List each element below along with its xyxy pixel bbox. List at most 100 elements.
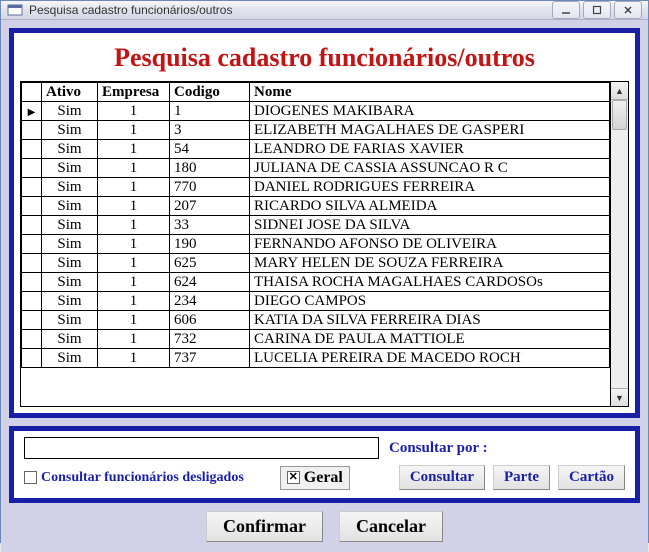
cell-nome: CARINA DE PAULA MATTIOLE <box>250 330 610 349</box>
row-selector[interactable] <box>22 159 42 178</box>
row-selector[interactable] <box>22 121 42 140</box>
table-row[interactable]: Sim1190FERNANDO AFONSO DE OLIVEIRA <box>22 235 610 254</box>
client-area: Pesquisa cadastro funcionários/outros <box>1 20 648 552</box>
cell-codigo: 624 <box>170 273 250 292</box>
chk-geral[interactable]: Geral <box>280 466 350 490</box>
row-selector[interactable] <box>22 254 42 273</box>
row-selector[interactable] <box>22 330 42 349</box>
cell-empresa: 1 <box>98 330 170 349</box>
row-selector[interactable] <box>22 178 42 197</box>
consultar-por-label: Consultar por : <box>389 440 488 457</box>
cell-nome: THAISA ROCHA MAGALHAES CARDOSOs <box>250 273 610 292</box>
cell-nome: SIDNEI JOSE DA SILVA <box>250 216 610 235</box>
table-row[interactable]: Sim154LEANDRO DE FARIAS XAVIER <box>22 140 610 159</box>
checkbox-icon[interactable] <box>287 471 300 484</box>
cell-codigo: 737 <box>170 349 250 368</box>
chk-desligados-label: Consultar funcionários desligados <box>41 470 244 486</box>
chk-desligados[interactable]: Consultar funcionários desligados <box>24 470 244 486</box>
scrollbar-thumb[interactable] <box>612 100 627 130</box>
row-selector[interactable] <box>22 102 42 121</box>
cell-empresa: 1 <box>98 102 170 121</box>
cell-ativo: Sim <box>42 121 98 140</box>
table-row[interactable]: Sim1624THAISA ROCHA MAGALHAES CARDOSOs <box>22 273 610 292</box>
table-row[interactable]: Sim1737LUCELIA PEREIRA DE MACEDO ROCH <box>22 349 610 368</box>
cell-empresa: 1 <box>98 197 170 216</box>
cell-empresa: 1 <box>98 159 170 178</box>
cell-codigo: 1 <box>170 102 250 121</box>
cell-empresa: 1 <box>98 178 170 197</box>
page-title: Pesquisa cadastro funcionários/outros <box>20 39 629 81</box>
cell-nome: DIEGO CAMPOS <box>250 292 610 311</box>
cartao-button[interactable]: Cartão <box>558 465 625 490</box>
cell-codigo: 770 <box>170 178 250 197</box>
consultar-button[interactable]: Consultar <box>399 465 485 490</box>
cell-codigo: 234 <box>170 292 250 311</box>
titlebar: Pesquisa cadastro funcionários/outros <box>1 1 648 20</box>
row-selector[interactable] <box>22 349 42 368</box>
row-selector[interactable] <box>22 273 42 292</box>
cell-codigo: 180 <box>170 159 250 178</box>
cell-ativo: Sim <box>42 197 98 216</box>
table-row[interactable]: Sim1625MARY HELEN DE SOUZA FERREIRA <box>22 254 610 273</box>
cell-nome: LUCELIA PEREIRA DE MACEDO ROCH <box>250 349 610 368</box>
scrollbar[interactable]: ▲ ▼ <box>610 82 628 406</box>
col-codigo[interactable]: Codigo <box>170 83 250 102</box>
cell-nome: ELIZABETH MAGALHAES DE GASPERI <box>250 121 610 140</box>
cell-ativo: Sim <box>42 216 98 235</box>
cell-empresa: 1 <box>98 235 170 254</box>
cell-empresa: 1 <box>98 140 170 159</box>
cell-nome: FERNANDO AFONSO DE OLIVEIRA <box>250 235 610 254</box>
checkbox-icon[interactable] <box>24 471 37 484</box>
table-row[interactable]: Sim11DIOGENES MAKIBARA <box>22 102 610 121</box>
col-empresa[interactable]: Empresa <box>98 83 170 102</box>
minimize-button[interactable] <box>552 1 580 19</box>
cell-codigo: 207 <box>170 197 250 216</box>
cell-nome: DIOGENES MAKIBARA <box>250 102 610 121</box>
table-row[interactable]: Sim1732CARINA DE PAULA MATTIOLE <box>22 330 610 349</box>
table-row[interactable]: Sim1180JULIANA DE CASSIA ASSUNCAO R C <box>22 159 610 178</box>
table-row[interactable]: Sim1207RICARDO SILVA ALMEIDA <box>22 197 610 216</box>
cell-ativo: Sim <box>42 311 98 330</box>
cell-empresa: 1 <box>98 349 170 368</box>
cell-empresa: 1 <box>98 292 170 311</box>
scroll-up-button[interactable]: ▲ <box>611 82 628 100</box>
maximize-button[interactable] <box>583 1 611 19</box>
cancelar-button[interactable]: Cancelar <box>339 511 443 542</box>
window-title: Pesquisa cadastro funcionários/outros <box>29 3 552 17</box>
confirmar-button[interactable]: Confirmar <box>206 511 323 542</box>
scrollbar-track[interactable] <box>611 100 628 388</box>
row-selector[interactable] <box>22 292 42 311</box>
col-nome[interactable]: Nome <box>250 83 610 102</box>
cell-codigo: 606 <box>170 311 250 330</box>
row-selector[interactable] <box>22 216 42 235</box>
table-row[interactable]: Sim1770DANIEL RODRIGUES FERREIRA <box>22 178 610 197</box>
table-row[interactable]: Sim1234DIEGO CAMPOS <box>22 292 610 311</box>
table-row[interactable]: Sim13ELIZABETH MAGALHAES DE GASPERI <box>22 121 610 140</box>
row-selector[interactable] <box>22 311 42 330</box>
cell-codigo: 3 <box>170 121 250 140</box>
action-bar: Confirmar Cancelar <box>9 503 640 544</box>
cell-ativo: Sim <box>42 159 98 178</box>
data-grid[interactable]: Ativo Empresa Codigo Nome Sim11DIOGENES … <box>20 81 629 407</box>
col-ativo[interactable]: Ativo <box>42 83 98 102</box>
cell-ativo: Sim <box>42 178 98 197</box>
cell-codigo: 54 <box>170 140 250 159</box>
cell-codigo: 732 <box>170 330 250 349</box>
cell-empresa: 1 <box>98 121 170 140</box>
row-selector[interactable] <box>22 140 42 159</box>
scroll-down-button[interactable]: ▼ <box>611 388 628 406</box>
row-selector[interactable] <box>22 235 42 254</box>
table-row[interactable]: Sim1606KATIA DA SILVA FERREIRA DIAS <box>22 311 610 330</box>
chk-geral-label: Geral <box>304 469 343 487</box>
cell-ativo: Sim <box>42 235 98 254</box>
cell-ativo: Sim <box>42 349 98 368</box>
cell-codigo: 190 <box>170 235 250 254</box>
parte-button[interactable]: Parte <box>493 465 550 490</box>
search-input[interactable] <box>24 437 379 459</box>
row-selector-header <box>22 83 42 102</box>
close-button[interactable] <box>614 1 642 19</box>
table-row[interactable]: Sim133SIDNEI JOSE DA SILVA <box>22 216 610 235</box>
cell-ativo: Sim <box>42 292 98 311</box>
cell-ativo: Sim <box>42 330 98 349</box>
row-selector[interactable] <box>22 197 42 216</box>
